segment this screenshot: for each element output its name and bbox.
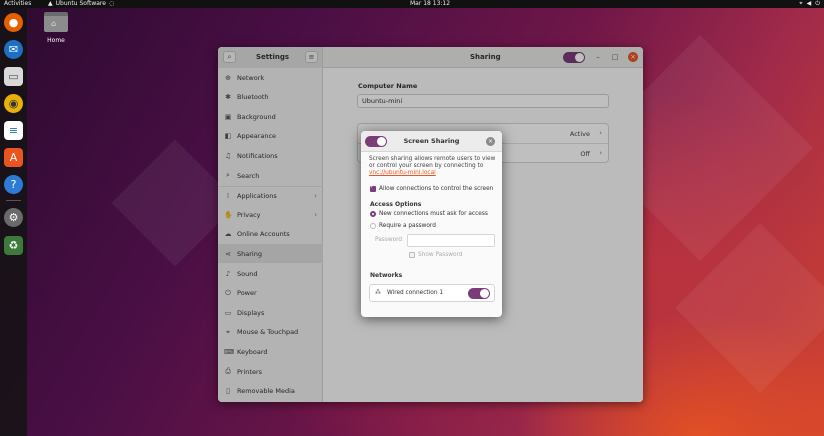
loading-icon: ◌: [108, 0, 115, 7]
trash-icon[interactable]: ♻: [4, 236, 23, 255]
dock: ● ✉ ▭ ◉ ≡ A ? ⚙ ♻: [0, 8, 27, 436]
radio-selected-icon: [370, 211, 376, 217]
network-toggle[interactable]: [468, 288, 490, 299]
network-name: Wired connection 1: [387, 290, 444, 296]
software-icon[interactable]: A: [4, 148, 23, 167]
help-icon[interactable]: ?: [4, 175, 23, 194]
network-status-icon: ⌖: [799, 0, 803, 7]
close-icon[interactable]: ×: [486, 137, 495, 146]
app-menu[interactable]: ▲ Ubuntu Software ◌: [48, 0, 114, 8]
writer-icon[interactable]: ≡: [4, 121, 23, 140]
radio-password-label: Require a password: [379, 223, 436, 229]
clock[interactable]: Mar 18 13:12: [410, 0, 450, 8]
house-icon: ⌂: [51, 19, 57, 28]
radio-ask-label: New connections must ask for access: [379, 211, 488, 217]
network-row: ⁂ Wired connection 1: [369, 284, 495, 302]
settings-icon[interactable]: ⚙: [4, 208, 23, 227]
allow-control-checkbox[interactable]: Allow connections to control the screen: [370, 184, 494, 192]
firefox-icon[interactable]: ●: [4, 13, 23, 32]
volume-icon: ◀: [806, 0, 812, 7]
power-menu-icon: ⏻: [815, 0, 820, 7]
access-options-label: Access Options: [370, 201, 422, 208]
top-bar: Activities ▲ Ubuntu Software ◌ Mar 18 13…: [0, 0, 824, 8]
password-field[interactable]: [407, 234, 495, 247]
software-icon: ▲: [48, 0, 53, 7]
thunderbird-icon[interactable]: ✉: [4, 40, 23, 59]
radio-require-password[interactable]: Require a password: [370, 223, 436, 229]
wired-network-icon: ⁂: [375, 289, 381, 296]
password-label: Password: [375, 237, 403, 243]
app-menu-label: Ubuntu Software: [55, 0, 106, 7]
radio-ask-access[interactable]: New connections must ask for access: [370, 211, 488, 217]
show-password-label: Show Password: [418, 252, 463, 258]
checkbox-checked-icon: [370, 184, 376, 192]
show-password-checkbox[interactable]: Show Password: [409, 252, 463, 258]
activities-button[interactable]: Activities: [4, 0, 31, 8]
dialog-description: Screen sharing allows remote users to vi…: [369, 156, 497, 177]
files-icon[interactable]: ▭: [4, 67, 23, 86]
dialog-title: Screen Sharing: [403, 137, 460, 145]
home-folder-icon[interactable]: ⌂: [43, 12, 69, 34]
system-menu[interactable]: ⌖ ◀ ⏻: [799, 0, 820, 8]
checkbox-unchecked-icon: [409, 252, 415, 258]
radio-unselected-icon: [370, 223, 376, 229]
allow-control-label: Allow connections to control the screen: [379, 186, 494, 192]
dock-separator: [6, 200, 21, 201]
networks-label: Networks: [370, 272, 403, 279]
vnc-address-link[interactable]: vnc://ubuntu-mini.local: [369, 170, 436, 176]
rhythmbox-icon[interactable]: ◉: [4, 94, 23, 113]
description-text: Screen sharing allows remote users to vi…: [369, 156, 496, 169]
dialog-header: Screen Sharing ×: [361, 131, 502, 152]
home-folder-label: Home: [47, 37, 65, 44]
screen-sharing-dialog: Screen Sharing × Screen sharing allows r…: [361, 131, 502, 317]
